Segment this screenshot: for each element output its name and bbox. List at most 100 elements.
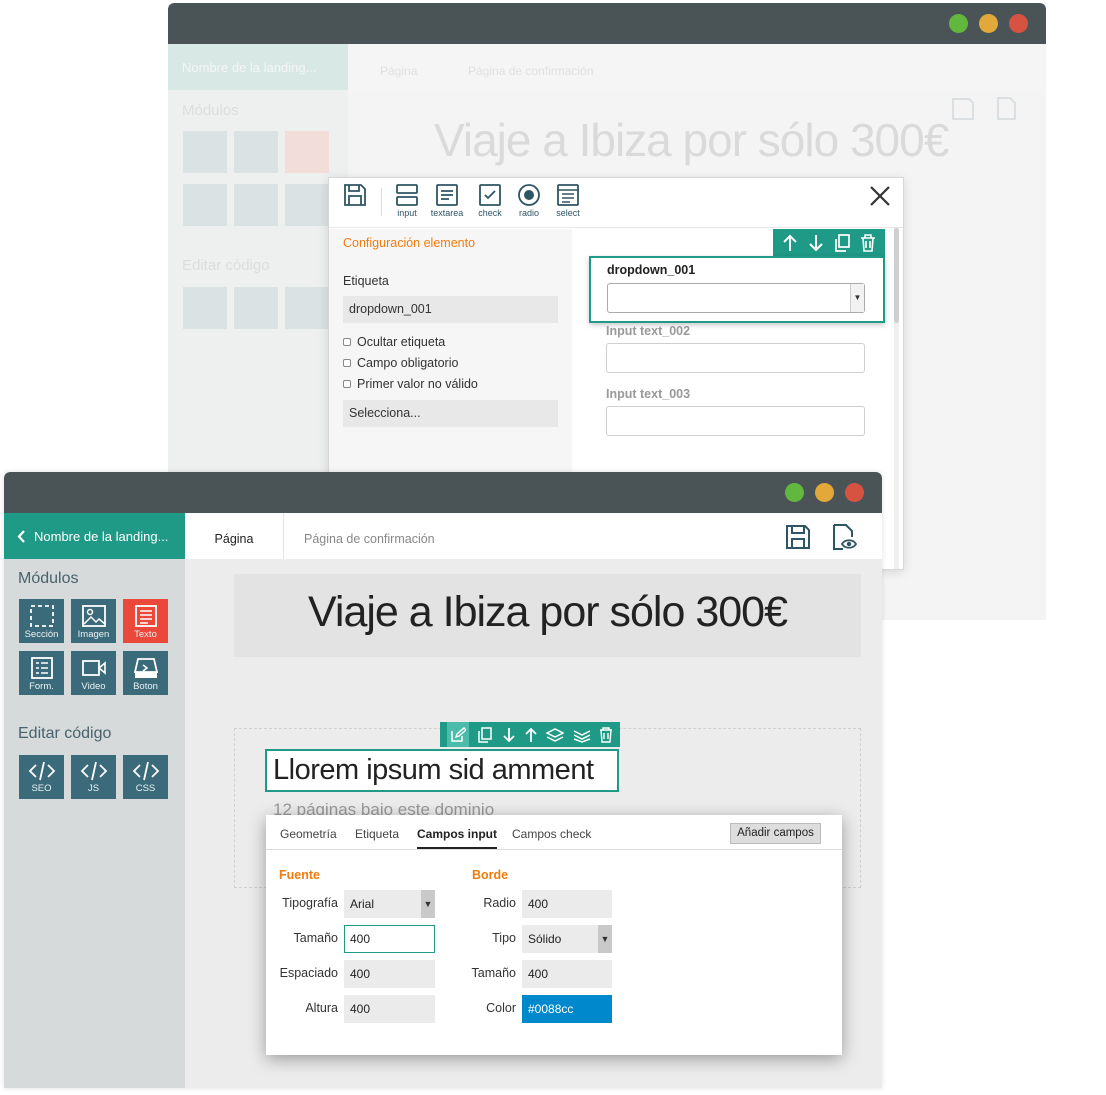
checkbox-first-invalid[interactable]: Primer valor no válido xyxy=(343,377,478,391)
arrow-up-icon[interactable] xyxy=(782,234,798,252)
arrow-down-icon[interactable] xyxy=(808,234,824,252)
back-link[interactable]: Nombre de la landing... xyxy=(168,44,348,90)
line-height-input[interactable]: 400 xyxy=(344,995,435,1023)
hero-title[interactable]: Viaje a Ibiza por sólo 300€ xyxy=(234,574,861,657)
line-height-label: Altura xyxy=(305,1001,338,1015)
duplicate-icon[interactable] xyxy=(834,233,850,252)
layer-up-icon[interactable] xyxy=(546,727,565,743)
border-type-select[interactable]: Sólido ▼ xyxy=(522,925,612,953)
tab-check-fields[interactable]: Campos check xyxy=(512,827,591,841)
add-radio-button[interactable]: radio xyxy=(507,183,551,223)
code-seo[interactable]: SEO xyxy=(19,755,64,799)
preview-icon[interactable] xyxy=(830,523,858,551)
tab-label[interactable]: Etiqueta xyxy=(355,827,399,841)
arrow-up-icon[interactable] xyxy=(524,727,538,743)
letter-spacing-input[interactable]: 400 xyxy=(344,960,435,988)
maximize-dot[interactable] xyxy=(949,14,968,33)
checkbox-required[interactable]: Campo obligatorio xyxy=(343,356,458,370)
module-section[interactable]: Sección xyxy=(19,599,64,643)
tab-page[interactable]: Página xyxy=(380,64,417,78)
back-link[interactable]: Nombre de la landing... xyxy=(4,513,185,559)
add-textarea-button[interactable]: textarea xyxy=(425,183,469,223)
module-button[interactable]: Boton xyxy=(123,651,168,695)
dropdown-label: dropdown_001 xyxy=(607,263,696,277)
label-field[interactable]: dropdown_001 xyxy=(343,296,558,323)
preview-icon[interactable] xyxy=(994,96,1020,122)
chevron-left-icon xyxy=(17,529,25,543)
text-tile[interactable] xyxy=(285,131,329,173)
dropdown-select[interactable]: ▼ xyxy=(607,283,865,313)
module-image[interactable]: Imagen xyxy=(71,599,116,643)
code-icon xyxy=(28,761,55,781)
image-tile[interactable] xyxy=(234,131,278,173)
code-css[interactable]: CSS xyxy=(123,755,168,799)
save-form-button[interactable] xyxy=(333,183,377,223)
save-icon[interactable] xyxy=(950,96,976,122)
checkbox-hide-label[interactable]: Ocultar etiqueta xyxy=(343,335,445,349)
minimize-dot[interactable] xyxy=(815,483,834,502)
close-dot[interactable] xyxy=(1009,14,1028,33)
minimize-dot[interactable] xyxy=(979,14,998,33)
maximize-dot[interactable] xyxy=(785,483,804,502)
code-label: SEO xyxy=(31,783,52,794)
video-tile[interactable] xyxy=(234,184,278,226)
window-titlebar xyxy=(4,472,882,513)
input-preview-field[interactable] xyxy=(606,406,865,436)
module-form[interactable]: Form. xyxy=(19,651,64,695)
font-family-select[interactable]: Arial ▼ xyxy=(344,890,435,918)
border-radius-input[interactable]: 400 xyxy=(522,890,612,918)
font-size-label: Tamaño xyxy=(293,931,338,945)
arrow-down-icon[interactable] xyxy=(502,727,516,743)
save-icon[interactable] xyxy=(784,523,812,551)
border-size-input[interactable]: 400 xyxy=(522,960,612,988)
options-select[interactable]: Selecciona... xyxy=(343,400,558,427)
code-js[interactable]: JS xyxy=(71,755,116,799)
checkbox-box[interactable] xyxy=(343,380,351,388)
scrollbar-thumb[interactable] xyxy=(894,228,899,323)
edit-button[interactable] xyxy=(447,722,470,747)
add-input-button[interactable]: input xyxy=(385,183,429,223)
tab-page[interactable]: Página xyxy=(185,513,284,559)
js-tile[interactable] xyxy=(234,287,278,329)
chevron-down-icon: ▼ xyxy=(850,284,864,312)
font-size-input[interactable]: 400 xyxy=(344,925,435,953)
checkbox-box[interactable] xyxy=(343,338,351,346)
module-video[interactable]: Video xyxy=(71,651,116,695)
button-icon xyxy=(133,658,158,678)
section-icon xyxy=(29,605,54,627)
text-block[interactable]: Llorem ipsum sid amment xyxy=(265,749,619,792)
module-text[interactable]: Texto xyxy=(123,599,168,643)
close-icon[interactable] xyxy=(865,181,895,211)
trash-icon[interactable] xyxy=(599,726,613,743)
style-properties-panel: Geometría Etiqueta Campos input Campos c… xyxy=(266,815,842,1055)
button-tile[interactable] xyxy=(285,184,329,226)
video-icon xyxy=(81,660,106,676)
tab-confirmation[interactable]: Página de confirmación xyxy=(468,64,593,78)
css-tile[interactable] xyxy=(285,287,329,329)
add-check-button[interactable]: check xyxy=(468,183,512,223)
tab-geometry[interactable]: Geometría xyxy=(280,827,337,841)
form-tile[interactable] xyxy=(183,184,227,226)
chevron-down-icon: ▼ xyxy=(598,925,612,953)
border-radius-label: Radio xyxy=(483,896,516,910)
code-icon xyxy=(80,761,107,781)
tab-confirmation[interactable]: Página de confirmación xyxy=(304,532,435,546)
trash-icon[interactable] xyxy=(860,233,876,252)
close-dot[interactable] xyxy=(845,483,864,502)
add-select-button[interactable]: select xyxy=(546,183,590,223)
input-preview-field[interactable] xyxy=(606,343,865,373)
code-label: CSS xyxy=(135,783,156,794)
duplicate-icon[interactable] xyxy=(477,726,493,743)
layer-down-icon[interactable] xyxy=(573,727,591,743)
checkbox-label: Primer valor no válido xyxy=(357,377,478,391)
edit-icon xyxy=(451,726,467,742)
border-type-label: Tipo xyxy=(492,931,516,945)
border-color-input[interactable]: #0088cc xyxy=(522,995,612,1023)
add-fields-button[interactable]: Añadir campos xyxy=(730,823,821,844)
seo-tile[interactable] xyxy=(183,287,227,329)
border-color-label: Color xyxy=(486,1001,516,1015)
section-tile[interactable] xyxy=(183,131,227,173)
dropdown-preview[interactable]: dropdown_001 ▼ xyxy=(589,256,885,323)
tab-input-fields[interactable]: Campos input xyxy=(417,827,497,849)
checkbox-box[interactable] xyxy=(343,359,351,367)
